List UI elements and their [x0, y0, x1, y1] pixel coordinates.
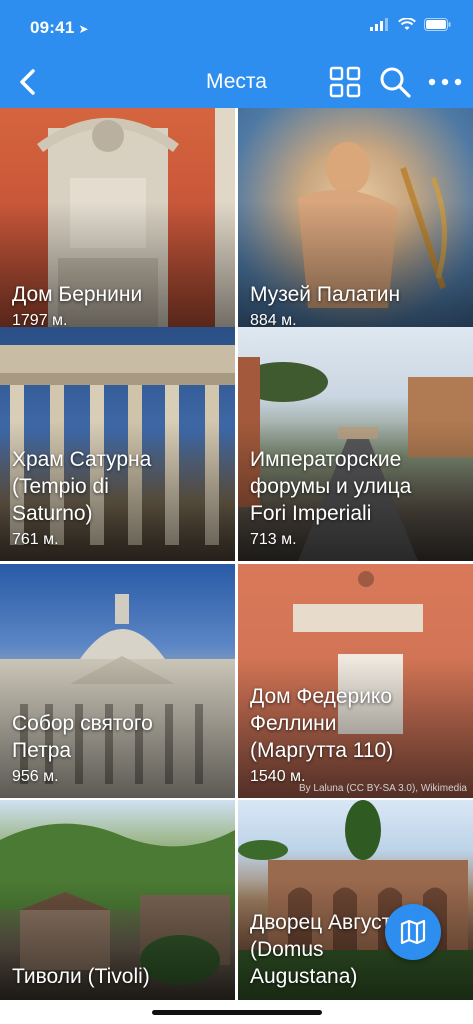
place-name: Собор святого Петра	[12, 712, 153, 762]
place-distance: 956 м.	[12, 768, 59, 785]
status-time-text: 09:41	[30, 18, 75, 37]
place-name: Музей Палатин	[250, 283, 401, 306]
place-name: Дом Федерико Феллини (Маргутта 110)	[250, 685, 394, 762]
place-caption: Тиволи (Tivoli)	[12, 963, 227, 990]
search-button[interactable]	[375, 62, 415, 102]
location-arrow-icon: ➤	[78, 22, 89, 36]
navigation-bar: Места	[0, 56, 473, 108]
grid-view-icon	[329, 66, 361, 98]
place-caption: Храм Сатурна (Tempio di Saturno) 761 м.	[12, 446, 227, 551]
place-tile[interactable]: Дом Федерико Феллини (Маргутта 110) 1540…	[238, 564, 473, 798]
status-bar: 09:41 ➤	[0, 0, 473, 56]
place-caption: Дом Федерико Феллини (Маргутта 110) 1540…	[250, 683, 465, 788]
wifi-icon	[398, 18, 416, 30]
place-name: Дом Бернини	[12, 283, 143, 306]
status-time: 09:41 ➤	[30, 18, 89, 38]
battery-icon	[424, 18, 451, 31]
place-tile[interactable]: Дворец Августа (Domus Augustana)	[238, 800, 473, 1000]
search-icon	[380, 67, 411, 98]
more-icon	[428, 78, 462, 86]
place-caption: Императорские форумы и улица Fori Imperi…	[250, 446, 465, 551]
places-grid: Дом Бернини 1797 м. Музей Палатин 884 м.	[0, 108, 473, 1000]
place-name: Храм Сатурна (Tempio di Saturno)	[12, 448, 152, 525]
place-caption: Собор святого Петра 956 м.	[12, 710, 227, 788]
place-tile[interactable]: Собор святого Петра 956 м.	[0, 564, 235, 798]
place-tile[interactable]: Тиволи (Tivoli)	[0, 800, 235, 1000]
grid-view-button[interactable]	[325, 62, 365, 102]
signal-icon	[370, 18, 388, 31]
place-tile[interactable]: Музей Палатин 884 м.	[238, 108, 473, 342]
map-icon	[400, 919, 426, 945]
image-credit: By Laluna (CC BY-SA 3.0), Wikimedia	[298, 783, 467, 794]
place-name: Императорские форумы и улица Fori Imperi…	[250, 448, 412, 525]
more-button[interactable]	[425, 62, 465, 102]
nav-actions	[325, 62, 465, 102]
place-distance: 713 м.	[250, 531, 297, 548]
place-tile[interactable]: Дом Бернини 1797 м.	[0, 108, 235, 342]
status-icons	[370, 18, 451, 31]
map-button[interactable]	[385, 904, 441, 960]
place-caption: Музей Палатин 884 м.	[250, 281, 465, 332]
place-caption: Дом Бернини 1797 м.	[12, 281, 227, 332]
place-name: Тиволи (Tivoli)	[12, 965, 150, 988]
place-tile[interactable]: Храм Сатурна (Tempio di Saturno) 761 м.	[0, 327, 235, 561]
home-indicator[interactable]	[152, 1010, 322, 1015]
place-tile[interactable]: Императорские форумы и улица Fori Imperi…	[238, 327, 473, 561]
place-distance: 761 м.	[12, 531, 59, 548]
